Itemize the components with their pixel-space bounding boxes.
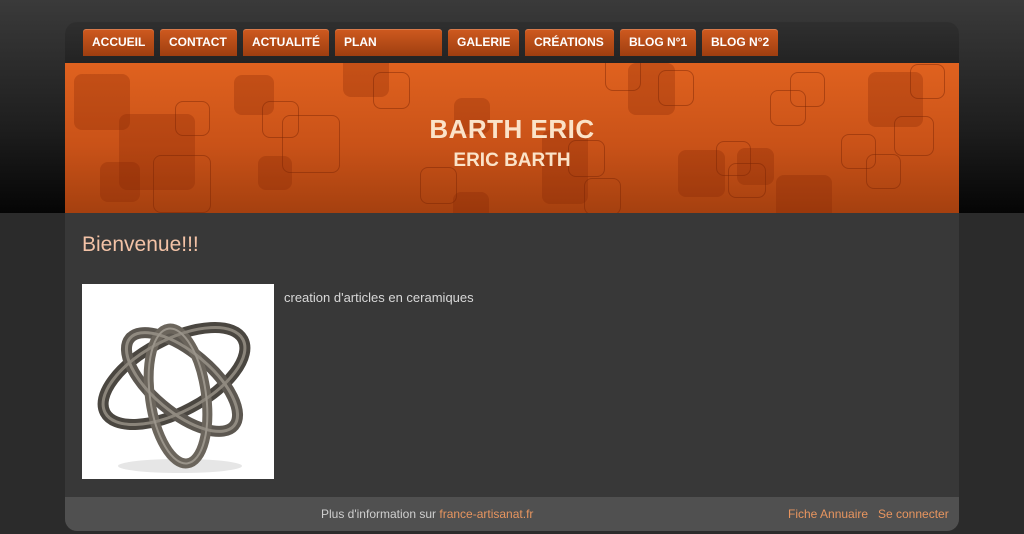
footer: Plus d'information sur france-artisanat.… [65, 497, 959, 531]
footer-info: Plus d'information sur france-artisanat.… [321, 507, 533, 521]
nav-item-blog-2[interactable]: BLOG N°2 [702, 29, 778, 56]
nav-item-creations[interactable]: CRÉATIONS [525, 29, 614, 56]
site-title: BARTH ERIC [429, 114, 595, 144]
nav-item-contact[interactable]: CONTACT [160, 29, 237, 56]
nav-item-blog-1[interactable]: BLOG N°1 [620, 29, 696, 56]
page-container: ACCUEIL CONTACT ACTUALITÉ PLAN GALERIE C… [65, 22, 959, 531]
footer-info-text: Plus d'information sur [321, 507, 437, 521]
ceramic-sculpture-image [82, 284, 274, 479]
nav-item-galerie[interactable]: GALERIE [448, 29, 519, 56]
nav-item-plan[interactable]: PLAN [335, 29, 442, 56]
france-artisanat-link[interactable]: france-artisanat.fr [439, 507, 533, 521]
nav-item-accueil[interactable]: ACCUEIL [83, 29, 154, 56]
nav-item-actualite[interactable]: ACTUALITÉ [243, 29, 329, 56]
welcome-heading: Bienvenue!!! [82, 233, 199, 256]
site-subtitle: ERIC BARTH [453, 150, 571, 171]
fiche-annuaire-link[interactable]: Fiche Annuaire [788, 507, 868, 521]
description-text: creation d'articles en ceramiques [284, 290, 474, 305]
main-nav: ACCUEIL CONTACT ACTUALITÉ PLAN GALERIE C… [65, 22, 959, 63]
header-banner: BARTH ERIC ERIC BARTH [65, 63, 959, 213]
login-link[interactable]: Se connecter [878, 507, 949, 521]
